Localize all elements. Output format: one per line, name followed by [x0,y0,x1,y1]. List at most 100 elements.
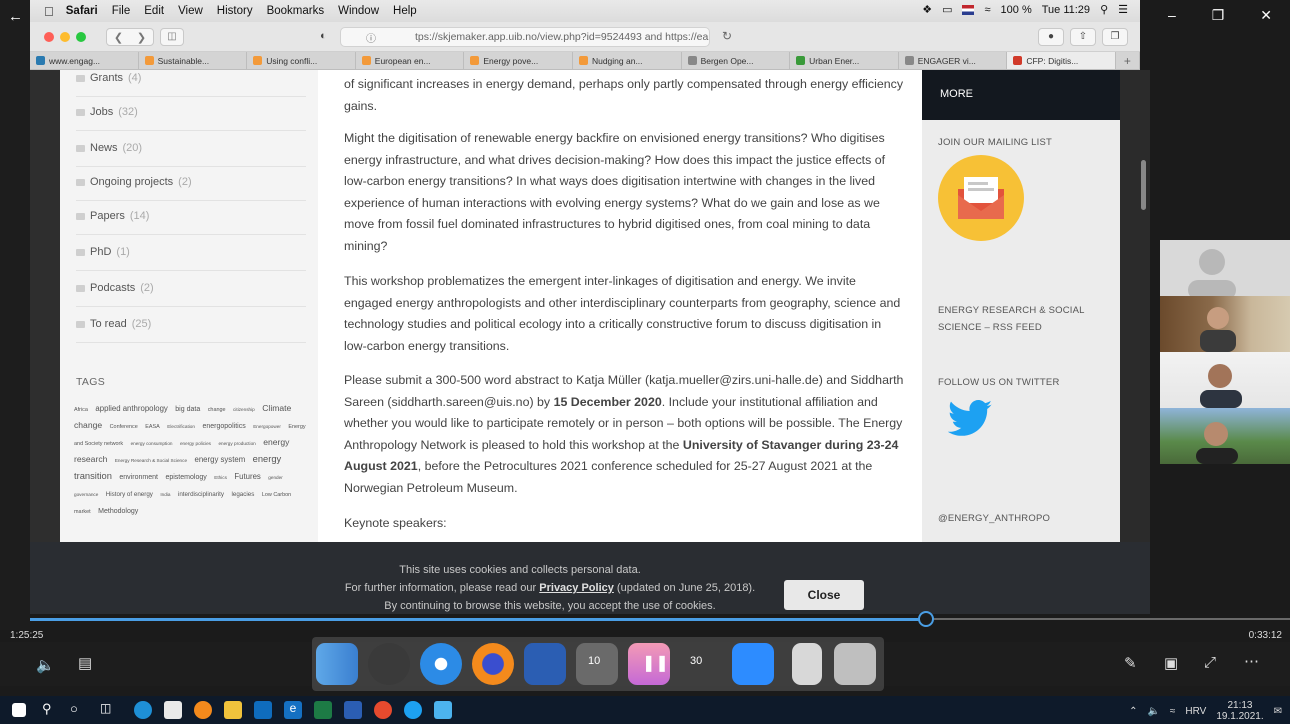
tag-link[interactable]: energy production [218,441,255,446]
tag-link[interactable]: EASA [145,424,160,430]
browser-tab[interactable]: Urban Ener... [790,52,899,69]
participant-video-1[interactable] [1160,296,1290,352]
share-icon[interactable]: ⇧ [1070,28,1096,46]
browser-tab[interactable]: Sustainable... [139,52,248,69]
wifi-tray-icon[interactable]: ≈ [1170,706,1176,717]
browser-tab[interactable]: Nudging an... [573,52,682,69]
captions-icon[interactable]: ▤ [78,654,92,672]
tag-link[interactable]: big data [175,406,200,413]
search-icon[interactable]: ⚲ [1100,3,1108,16]
zoom-app-icon[interactable] [732,643,774,685]
battery-label[interactable]: 100 % [1001,4,1032,16]
menu-file[interactable]: File [112,5,131,17]
music-pause-icon[interactable]: ❚❚ [628,643,670,685]
volume-tray-icon[interactable]: 🔈 [1147,706,1159,717]
menu-window[interactable]: Window [338,5,379,17]
tag-link[interactable]: energy policies [180,441,211,446]
excel-icon[interactable] [314,701,332,719]
tag-link[interactable]: energy system [195,455,246,464]
notification-icon[interactable]: ✉ [1274,706,1282,717]
back-arrow-icon[interactable]: ← [8,8,23,25]
menu-edit[interactable]: Edit [144,5,164,17]
menu-bookmarks[interactable]: Bookmarks [267,5,325,17]
participant-video-2[interactable] [1160,352,1290,408]
trash-icon[interactable] [834,643,876,685]
more-options-icon[interactable]: ⋯ [1244,652,1259,670]
tag-link[interactable]: Electrification [167,424,195,429]
mailing-list-label[interactable]: JOIN OUR MAILING LIST [938,134,1052,151]
twitter-label[interactable]: FOLLOW US ON TWITTER [938,374,1060,391]
category-item[interactable]: Podcasts (2) [76,282,154,294]
tag-link[interactable]: Africa [74,407,88,413]
browser-tab[interactable]: CFP: Digitis... [1007,52,1116,69]
tag-link[interactable]: governance [74,492,98,497]
tag-link[interactable]: interdisciplinarity [178,491,224,498]
volume-icon[interactable]: 🔈 [36,656,55,674]
browser-tab[interactable]: Energy pove... [464,52,573,69]
finder-icon[interactable] [316,643,358,685]
store-icon[interactable] [164,701,182,719]
download-icon[interactable]: ● [1038,28,1064,46]
reload-icon[interactable]: ↻ [722,29,732,43]
flag-icon[interactable] [962,4,975,15]
word-icon[interactable] [524,643,566,685]
windows-start-icon[interactable] [12,703,26,717]
cookie-close-button[interactable]: Close [784,580,864,610]
clock[interactable]: Tue 11:29 [1042,4,1090,16]
chevron-up-icon[interactable]: ⌃ [1129,706,1137,717]
safari-icon[interactable] [420,643,462,685]
skype-icon[interactable] [404,701,422,719]
chrome-icon[interactable] [374,701,392,719]
tag-link[interactable]: citizenship [233,407,255,412]
site-info-icon[interactable]: ⓘ [366,30,376,45]
chevron-right-icon[interactable]: ❯ [137,31,146,44]
scrollbar-thumb[interactable] [1141,160,1146,210]
participant-video-placeholder[interactable] [1160,240,1290,296]
tag-link[interactable]: Ethics [214,475,227,480]
miniplayer-icon[interactable]: ▣ [1164,654,1178,672]
browser-tab[interactable]: European en... [356,52,465,69]
privacy-policy-link[interactable]: Privacy Policy [539,582,614,594]
pause-icon[interactable]: ❚❚ [642,653,669,673]
address-bar[interactable]: tps://skjemaker.app.uib.no/view.php?id=9… [340,27,710,47]
apple-icon[interactable]:  [44,4,54,19]
participant-video-3[interactable] [1160,408,1290,464]
menu-view[interactable]: View [178,5,203,17]
tag-link[interactable]: energy consumption [131,441,173,446]
menu-history[interactable]: History [217,5,253,17]
ie-icon[interactable]: e [284,701,302,719]
airplay-icon[interactable]: ▭ [942,3,952,16]
browser-tab[interactable]: ENGAGER vi... [899,52,1008,69]
tag-link[interactable]: market [74,509,91,515]
tag-link[interactable]: change [208,407,226,413]
firefox-icon[interactable] [472,643,514,685]
tag-link[interactable]: gender [268,475,283,480]
browser-tab[interactable]: Using confli... [247,52,356,69]
restore-icon[interactable]: ❐ [1212,7,1225,24]
mailing-list-icon[interactable] [938,155,1024,241]
category-item[interactable]: Ongoing projects (2) [76,176,192,188]
edge-icon[interactable] [134,701,152,719]
language-label[interactable]: HRV [1185,706,1206,717]
tag-link[interactable]: Energy Research & Social Science [115,458,187,463]
minimize-dot[interactable] [60,32,70,42]
skip-forward-icon[interactable]: 30 [680,643,722,685]
menu-help[interactable]: Help [393,5,417,17]
tag-link[interactable]: legacies [231,491,254,498]
more-header[interactable]: MORE [922,70,1120,120]
tag-link[interactable]: History of energy [106,491,153,498]
tag-link[interactable]: Conference [110,424,138,430]
tag-link[interactable]: applied anthropology [95,404,167,413]
photos-taskbar-icon[interactable] [434,701,452,719]
category-item[interactable]: News (20) [76,142,142,154]
skip-back-label[interactable]: 10 [588,655,600,667]
task-view-icon[interactable]: ◫ [100,701,111,715]
tag-link[interactable]: epistemology [165,474,206,481]
close-dot[interactable] [44,32,54,42]
tabs-overview-icon[interactable]: ❐ [1102,28,1128,46]
photos-icon[interactable]: 10 [576,643,618,685]
tag-link[interactable]: Methodology [98,508,138,515]
category-item[interactable]: To read (25) [76,318,151,330]
word-taskbar-icon[interactable] [344,701,362,719]
file-explorer-icon[interactable] [224,701,242,719]
